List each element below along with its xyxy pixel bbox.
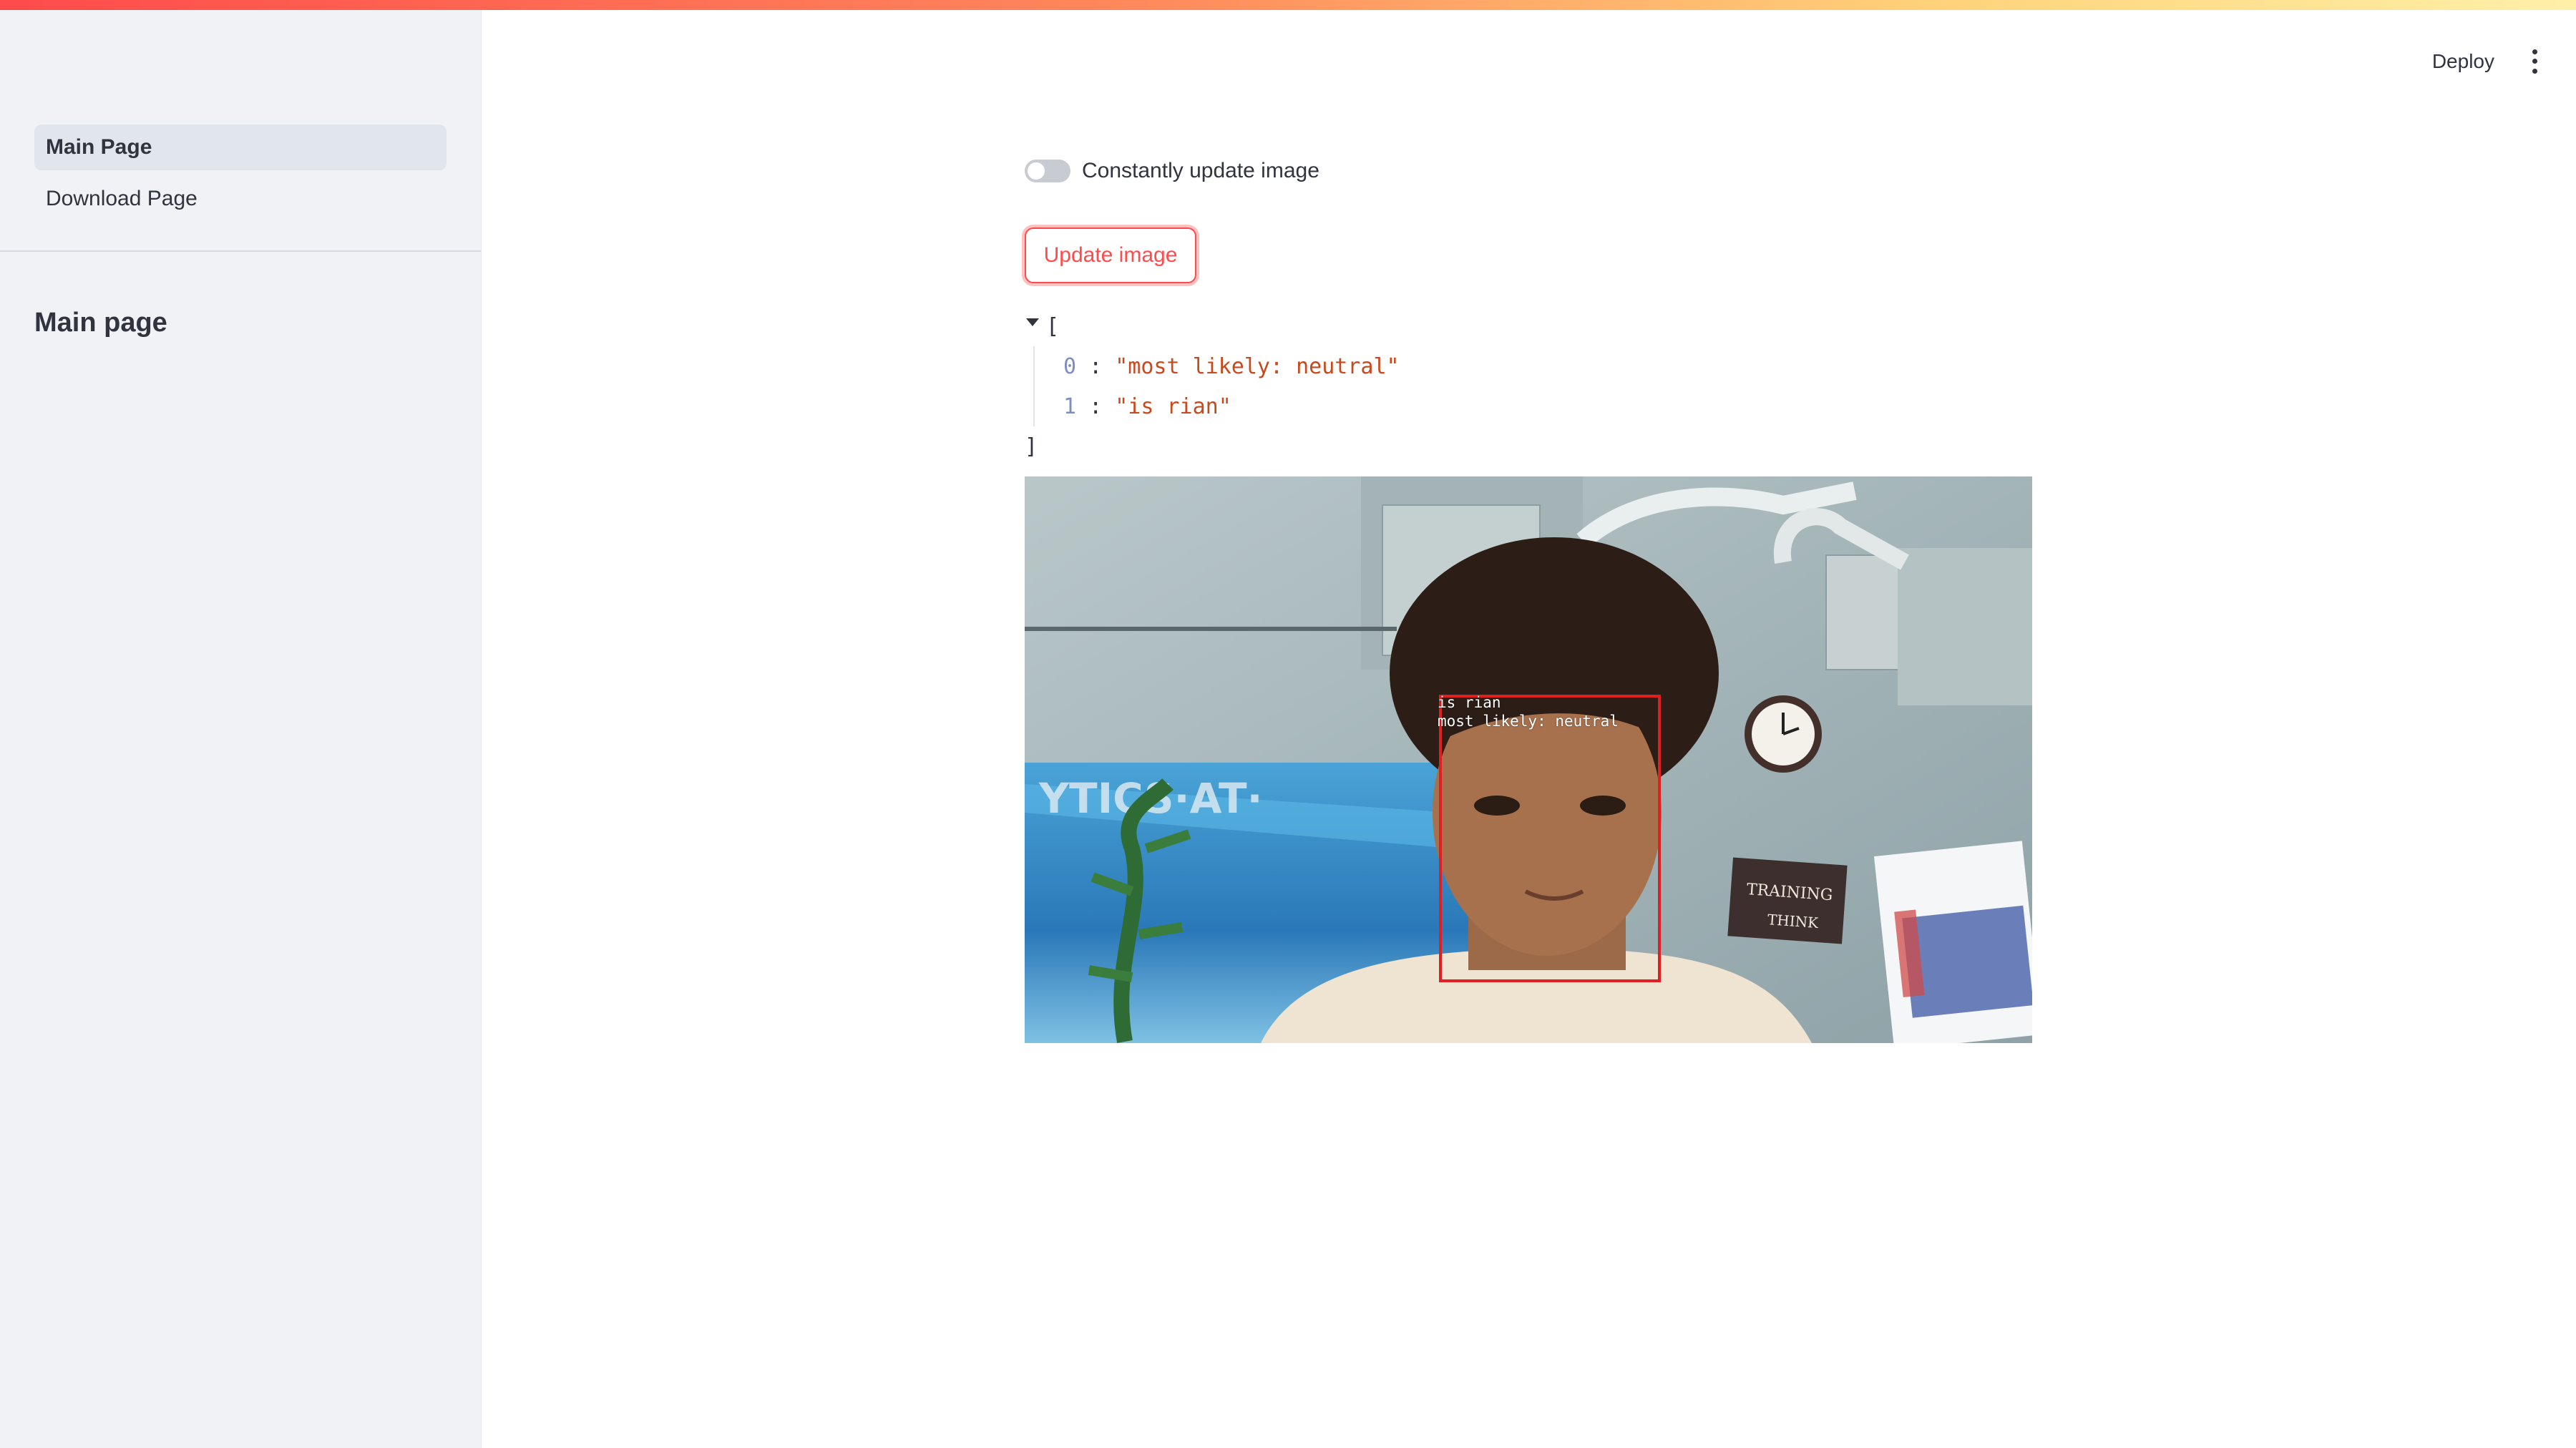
update-image-button[interactable]: Update image bbox=[1025, 228, 1196, 283]
json-entry-index: 1 bbox=[1063, 393, 1077, 419]
json-open-bracket: [ bbox=[1046, 313, 1060, 339]
json-close-bracket: ] bbox=[1025, 434, 1038, 459]
json-body: 0 : "most likely: neutral" 1 : "is rian" bbox=[1033, 346, 1400, 426]
update-toggle-row: Constantly update image bbox=[1025, 159, 1319, 183]
toggle-label: Constantly update image bbox=[1082, 159, 1319, 182]
sidebar-divider bbox=[0, 250, 481, 252]
header-actions: Deploy bbox=[2432, 47, 2542, 76]
face-detection-box bbox=[1439, 695, 1661, 982]
json-viewer: [ 0 : "most likely: neutral" 1 : "is ria… bbox=[1025, 306, 1400, 466]
json-entry: 0 : "most likely: neutral" bbox=[1063, 353, 1400, 379]
constantly-update-toggle[interactable] bbox=[1025, 160, 1070, 182]
sidebar-item-download-page[interactable]: Download Page bbox=[34, 176, 447, 222]
deploy-button[interactable]: Deploy bbox=[2432, 50, 2494, 73]
camera-image: YTICS·AT· TRAINING THINK is rian most li… bbox=[1025, 476, 2032, 1043]
json-close-line: ] bbox=[1025, 426, 1400, 466]
json-entry-value: "is rian" bbox=[1115, 393, 1231, 419]
sidebar-item-main-page[interactable]: Main Page bbox=[34, 124, 447, 170]
json-entry: 1 : "is rian" bbox=[1063, 393, 1231, 419]
face-label-emotion: most likely: neutral bbox=[1438, 713, 1619, 730]
sidebar-section-title: Main page bbox=[34, 308, 167, 338]
sidebar: Main Page Download Page Main page bbox=[0, 0, 482, 1448]
json-open-line: [ bbox=[1025, 306, 1400, 346]
svg-text:THINK: THINK bbox=[1767, 911, 1820, 931]
kebab-menu-icon[interactable] bbox=[2527, 47, 2542, 76]
top-decoration-bar bbox=[0, 0, 2576, 10]
sidebar-nav: Main Page Download Page bbox=[34, 124, 447, 228]
face-label-identity: is rian bbox=[1438, 694, 1501, 711]
json-entry-value: "most likely: neutral" bbox=[1115, 353, 1400, 379]
json-entry-index: 0 bbox=[1063, 353, 1077, 379]
collapse-caret-icon[interactable] bbox=[1026, 318, 1039, 326]
